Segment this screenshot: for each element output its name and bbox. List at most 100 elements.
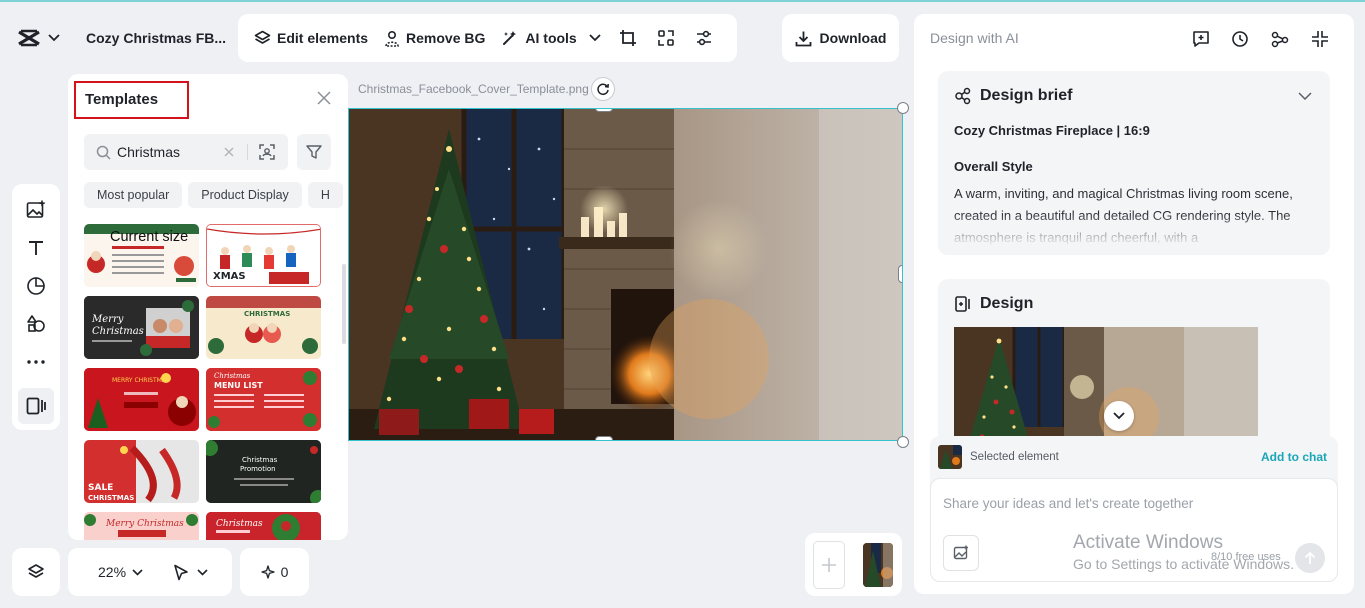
svg-text:Merry: Merry	[91, 314, 124, 325]
svg-text:CHRISTMAS: CHRISTMAS	[88, 494, 134, 502]
remove-bg-button[interactable]: Remove BG	[376, 21, 493, 55]
watermark-line-1: Activate Windows	[1073, 532, 1223, 553]
current-size-tooltip: Current size	[110, 229, 189, 245]
sparkle-icon	[260, 565, 275, 579]
chevron-down-icon[interactable]	[1296, 87, 1314, 105]
template-thumb-christmas-promotion[interactable]: Christmas Promotion	[206, 440, 321, 503]
resize-handle-corner-br[interactable]	[897, 436, 909, 448]
activate-windows-watermark: Activate Windows Go to Settings to activ…	[1073, 532, 1294, 572]
project-title[interactable]: Cozy Christmas FB...	[86, 30, 226, 46]
chevron-down-icon	[589, 34, 601, 42]
chip-product-display[interactable]: Product Display	[188, 182, 302, 208]
nodes-icon	[955, 87, 971, 105]
brief-section-title: Overall Style	[954, 159, 1033, 174]
history-icon[interactable]	[1228, 27, 1252, 51]
page-thumbnails	[805, 533, 902, 596]
divider	[247, 144, 248, 160]
crop-icon[interactable]	[609, 21, 647, 55]
rotate-icon[interactable]	[591, 77, 615, 101]
watermark-line-2: Go to Settings to activate Windows.	[1073, 556, 1294, 572]
left-tool-rail	[12, 184, 60, 430]
category-chips: Most popular Product Display H	[84, 182, 348, 208]
resize-handle-corner-tr[interactable]	[897, 102, 909, 114]
chip-most-popular[interactable]: Most popular	[84, 182, 183, 208]
template-search-input[interactable]: Christmas	[84, 134, 288, 170]
new-chat-icon[interactable]	[1189, 27, 1213, 51]
design-with-ai-panel: Design with AI Design brief Cozy Christm…	[914, 14, 1354, 594]
template-thumb-christmas-family-photo[interactable]: CHRISTMAS	[206, 296, 321, 359]
chip-more[interactable]: H	[307, 182, 343, 208]
remove-bg-label: Remove BG	[406, 30, 486, 46]
templates-icon[interactable]	[18, 388, 54, 424]
download-button[interactable]: Download	[782, 14, 899, 62]
design-label: Design	[980, 295, 1034, 312]
svg-text:Christmas: Christmas	[214, 372, 251, 380]
search-icon	[96, 145, 111, 160]
selected-element-thumbnail	[938, 445, 962, 469]
shapes-icon[interactable]	[18, 268, 54, 304]
ai-sparkle-counter[interactable]: 0	[240, 548, 309, 596]
zoom-control: 22%	[68, 548, 232, 596]
template-thumb-merry-christmas-photo[interactable]: Merry Christmas	[84, 296, 199, 359]
template-thumb-merry-christmas-red-banner[interactable]: MERRY CHRISTMAS	[84, 368, 199, 431]
layers-button[interactable]	[12, 548, 60, 596]
svg-text:Merry Christmas: Merry Christmas	[105, 519, 184, 529]
christmas-fireplace-image	[349, 109, 902, 440]
panel-title: Design with AI	[930, 30, 1019, 46]
layers-stack-icon	[254, 30, 271, 44]
download-label: Download	[819, 30, 887, 46]
design-brief-heading[interactable]: Design brief	[954, 87, 1072, 105]
elements-icon[interactable]	[18, 306, 54, 342]
top-accent-line	[0, 0, 1365, 2]
add-to-chat-link[interactable]: Add to chat	[1261, 450, 1327, 464]
templates-title: Templates	[74, 81, 189, 119]
template-thumb-christmas-menu-list[interactable]: Christmas MENU LIST	[206, 368, 321, 431]
design-brief-label: Design brief	[980, 87, 1073, 104]
svg-text:XMAS: XMAS	[213, 271, 246, 282]
selected-element-label: Selected element	[970, 451, 1059, 463]
search-value: Christmas	[117, 144, 181, 160]
scroll-down-icon[interactable]	[1104, 401, 1134, 431]
chevron-down-icon[interactable]	[48, 34, 60, 42]
svg-text:Promotion: Promotion	[240, 465, 276, 473]
edit-elements-button[interactable]: Edit elements	[246, 21, 376, 55]
text-icon[interactable]	[18, 230, 54, 266]
ai-tools-label: AI tools	[525, 30, 577, 46]
layers-icon	[28, 564, 44, 578]
image-upload-icon[interactable]	[943, 535, 979, 571]
template-thumb-merry-christmas-special-sale[interactable]: Merry Christmas	[84, 512, 199, 540]
pointer-icon[interactable]	[173, 564, 189, 581]
design-canvas[interactable]	[348, 108, 903, 441]
zoom-level[interactable]: 22%	[98, 564, 126, 580]
design-brief-card: Design brief Cozy Christmas Fireplace | …	[938, 71, 1330, 255]
image-add-icon[interactable]	[18, 192, 54, 228]
magic-wand-icon	[503, 31, 517, 45]
filter-icon[interactable]	[297, 134, 331, 170]
toolbar: Edit elements Remove BG AI tools	[238, 14, 737, 62]
ai-tools-button[interactable]: AI tools	[493, 21, 608, 55]
scrollbar[interactable]	[342, 264, 346, 344]
chat-input-placeholder: Share your ideas and let's create togeth…	[943, 496, 1194, 511]
qr-scan-icon[interactable]	[647, 21, 685, 55]
template-thumb-sale-christmas[interactable]: SALE CHRISTMAS	[84, 440, 199, 503]
svg-text:Christmas: Christmas	[92, 326, 144, 337]
collapse-icon[interactable]	[1308, 27, 1332, 51]
template-thumb-xmas-capcut-mall[interactable]: XMAS	[206, 224, 321, 287]
share-icon[interactable]	[1268, 27, 1292, 51]
more-icon[interactable]	[18, 344, 54, 380]
clear-icon[interactable]	[219, 147, 239, 157]
svg-text:MENU LIST: MENU LIST	[214, 381, 263, 390]
send-icon[interactable]	[1295, 543, 1325, 573]
close-icon[interactable]	[314, 88, 334, 108]
template-thumb-christmas-red-card[interactable]: Christmas	[206, 512, 321, 540]
download-icon	[795, 31, 811, 46]
design-heading: Design	[954, 295, 1033, 313]
image-search-icon[interactable]	[256, 144, 278, 160]
resize-handle-top[interactable]	[595, 109, 613, 112]
adjust-sliders-icon[interactable]	[685, 21, 723, 55]
brief-subtitle: Cozy Christmas Fireplace | 16:9	[954, 123, 1150, 138]
design-card: Design	[938, 279, 1330, 459]
add-page-icon[interactable]	[813, 541, 845, 589]
page-thumbnail-1[interactable]	[863, 543, 893, 587]
capcut-logo-icon[interactable]	[12, 21, 46, 55]
